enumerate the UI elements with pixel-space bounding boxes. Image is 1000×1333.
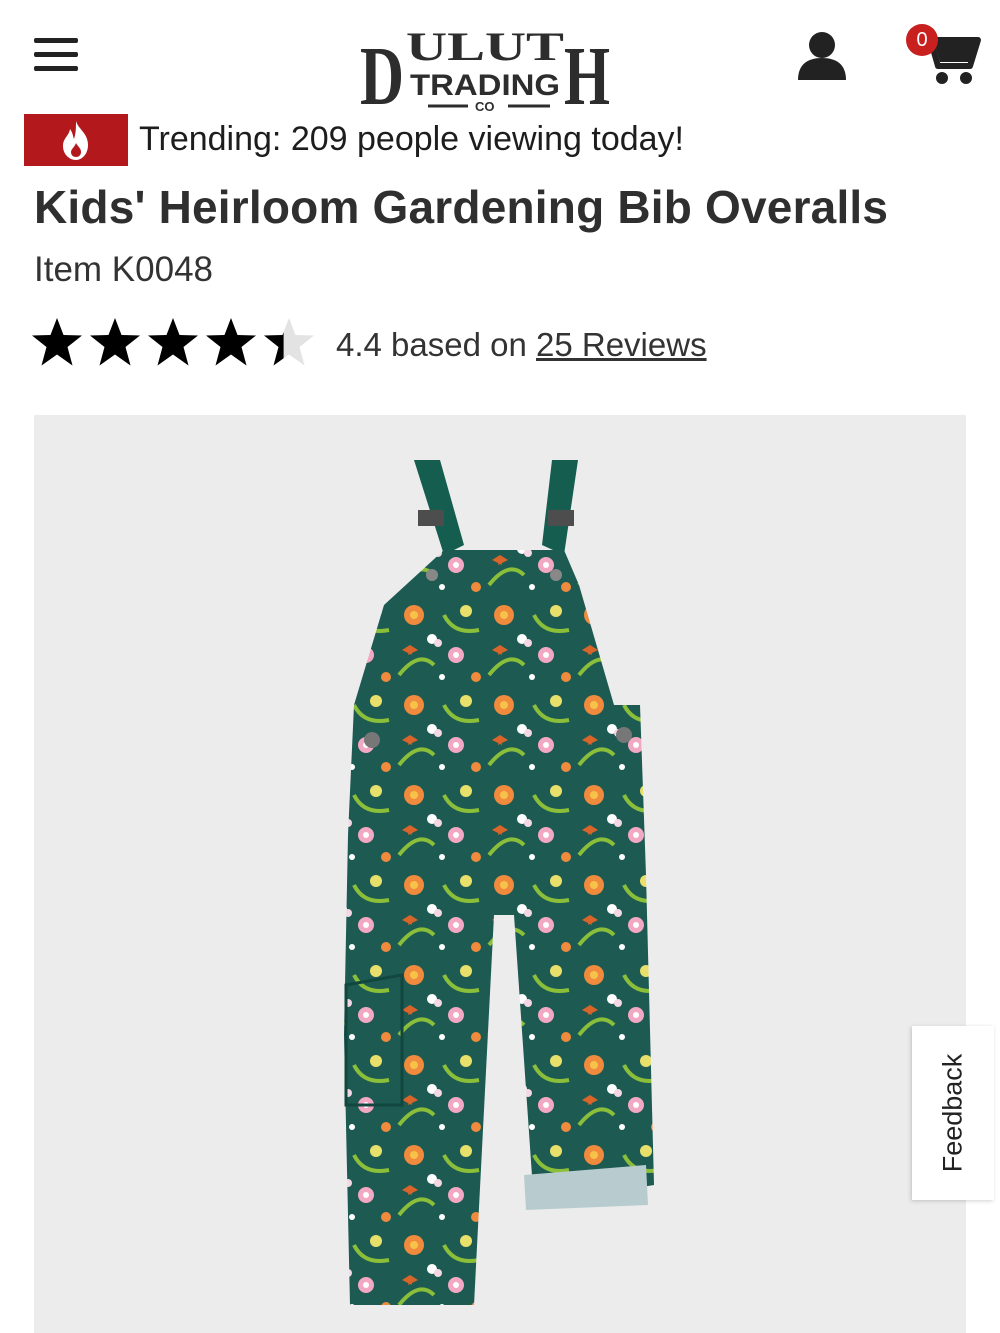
rating-summary: 4.4 based on 25 Reviews [336, 326, 707, 364]
logo-letter: D [360, 30, 404, 112]
star-icon [204, 316, 258, 368]
star-icon [262, 316, 316, 368]
flame-icon [63, 121, 88, 160]
flame-icon-box [24, 114, 128, 166]
logo-wordmark-middle: TRADING [410, 69, 560, 102]
cart-count-badge: 0 [906, 24, 938, 56]
cart-button[interactable]: 0 [900, 22, 984, 86]
user-icon[interactable] [794, 30, 850, 82]
rating-stars[interactable] [30, 314, 330, 370]
feedback-label: Feedback [937, 1053, 968, 1173]
site-header: D H ULUT TRADING CO 0 [0, 0, 1000, 112]
star-icon [146, 316, 200, 368]
item-number: Item K0048 [34, 250, 213, 289]
product-rating: 4.4 based on 25 Reviews [30, 314, 750, 374]
duluth-trading-logo[interactable]: D H ULUT TRADING CO [358, 22, 614, 112]
overalls-illustration [344, 460, 654, 1305]
menu-bar [34, 38, 78, 43]
trending-banner: Trending: 209 people viewing today! [24, 114, 784, 166]
reviews-link[interactable]: 25 Reviews [536, 326, 707, 363]
menu-bar [34, 52, 78, 57]
feedback-tab[interactable]: Feedback [912, 1026, 994, 1200]
product-title: Kids' Heirloom Gardening Bib Overalls [34, 181, 889, 233]
rating-summary-prefix: 4.4 based on [336, 326, 536, 363]
hamburger-icon[interactable] [34, 36, 80, 74]
menu-bar [34, 66, 78, 71]
logo-wordmark-bottom: CO [475, 99, 495, 112]
trending-text: Trending: 209 people viewing today! [139, 120, 684, 158]
logo-wordmark-top: ULUT [406, 24, 564, 69]
star-icon [30, 316, 84, 368]
product-image[interactable] [34, 415, 966, 1333]
logo-letter: H [564, 30, 610, 112]
star-icon [88, 316, 142, 368]
